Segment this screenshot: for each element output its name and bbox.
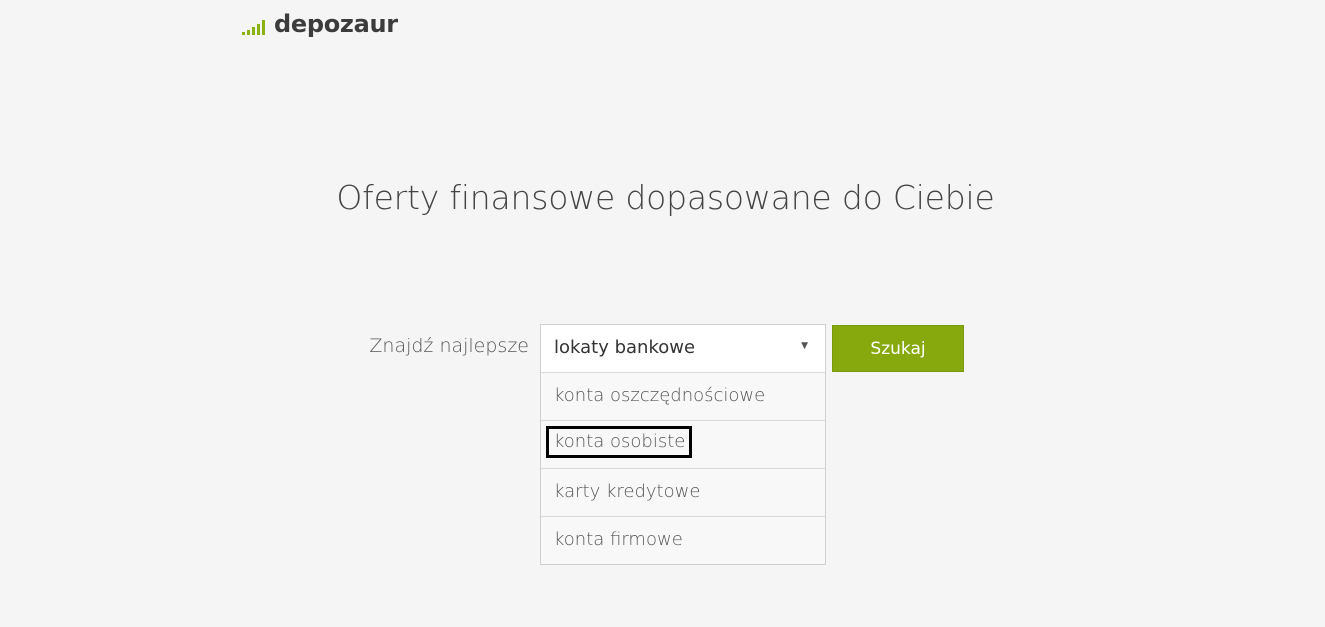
category-dropdown-list: konta oszczędnościowe konta osobiste kar… bbox=[540, 372, 826, 565]
logo-link[interactable]: depozaur bbox=[242, 9, 398, 39]
dropdown-option-label: karty kredytowe bbox=[554, 481, 701, 502]
brand-name: depozaur bbox=[274, 10, 398, 38]
signal-bars-icon bbox=[242, 13, 265, 39]
dropdown-option-konta-oszczednosciowe[interactable]: konta oszczędnościowe bbox=[541, 372, 825, 420]
search-label: Znajdź najlepsze bbox=[369, 335, 529, 357]
page-title: Oferty finansowe dopasowane do Ciebie bbox=[336, 178, 995, 217]
dropdown-option-label: konta firmowe bbox=[554, 529, 683, 550]
dropdown-option-label: konta osobiste bbox=[545, 426, 693, 458]
dropdown-option-label: konta oszczędnościowe bbox=[554, 385, 766, 406]
dropdown-option-konta-osobiste[interactable]: konta osobiste bbox=[541, 420, 825, 468]
dropdown-option-konta-firmowe[interactable]: konta firmowe bbox=[541, 516, 825, 564]
category-select-value: lokaty bankowe bbox=[554, 337, 696, 358]
category-select[interactable]: lokaty bankowe ▼ bbox=[540, 324, 826, 373]
dropdown-option-karty-kredytowe[interactable]: karty kredytowe bbox=[541, 468, 825, 516]
search-button[interactable]: Szukaj bbox=[832, 325, 964, 372]
triangle-down-icon: ▼ bbox=[801, 341, 808, 351]
